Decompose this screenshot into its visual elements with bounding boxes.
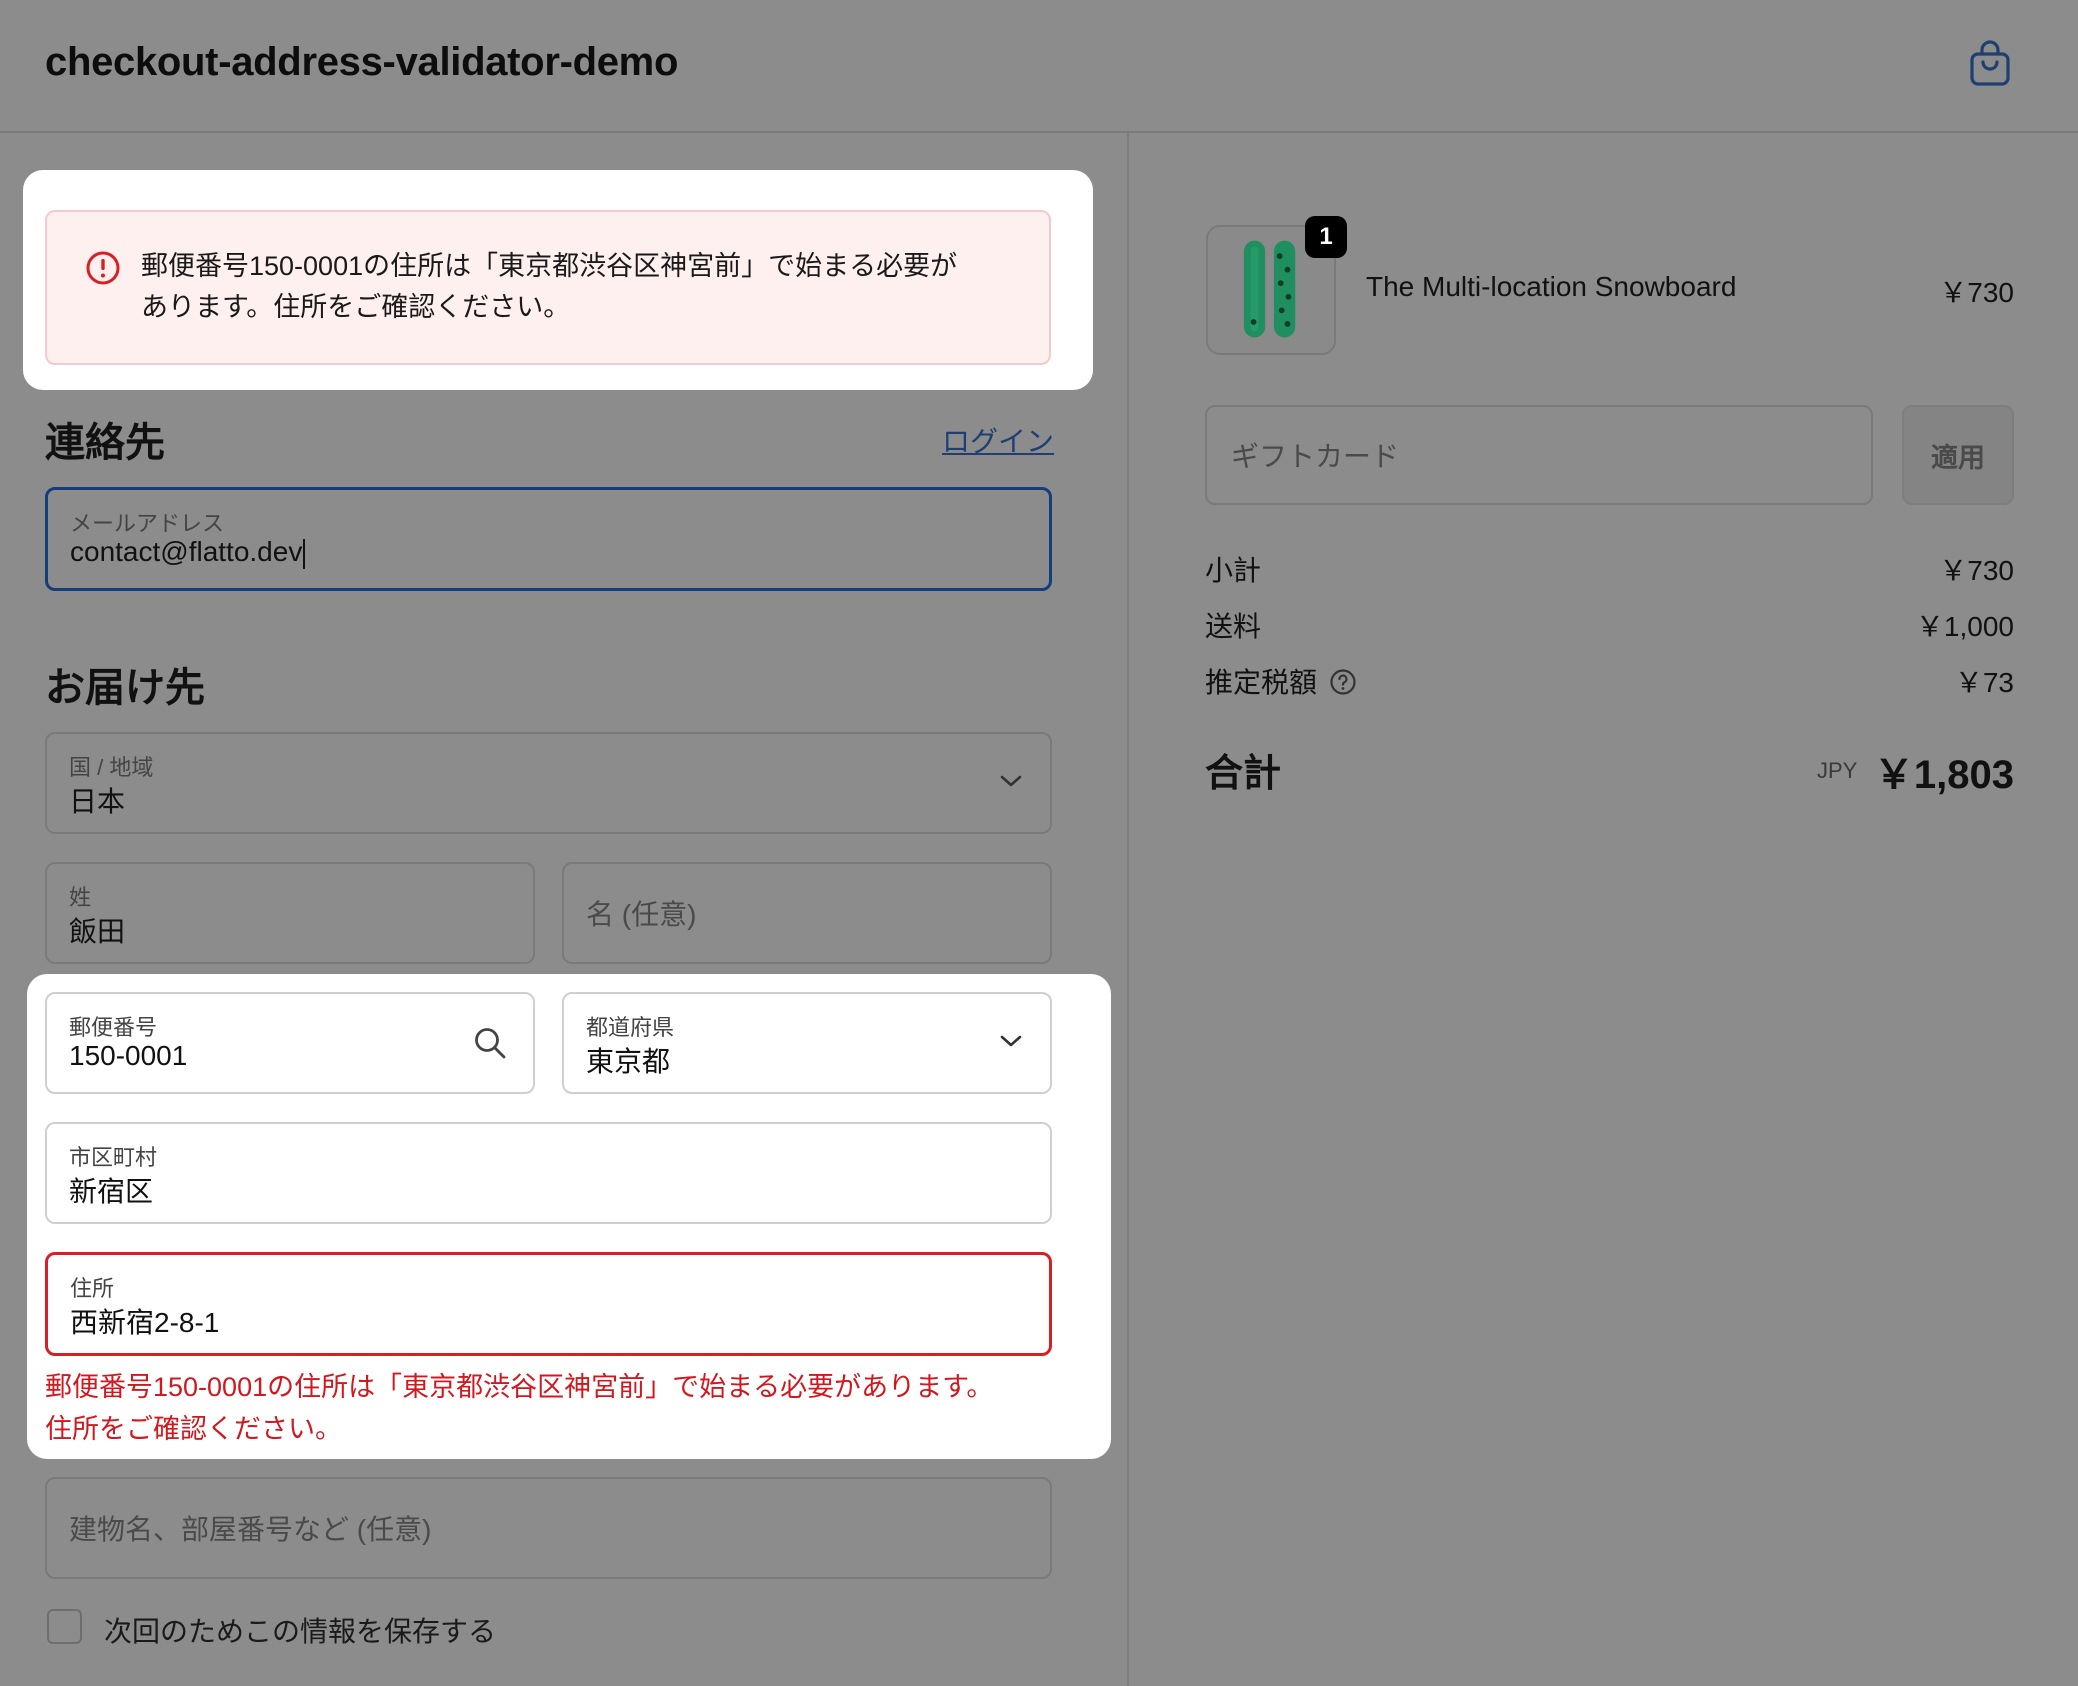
error-banner: 郵便番号150-0001の住所は「東京都渋谷区神宮前」で始まる必要が あります。… <box>45 210 1051 365</box>
building-field[interactable]: 建物名、部屋番号など (任意) <box>45 1477 1052 1579</box>
city-label: 市区町村 <box>69 1145 158 1170</box>
save-info-checkbox[interactable] <box>47 1609 82 1644</box>
contact-section-title: 連絡先 <box>45 421 165 465</box>
delivery-section-title: お届け先 <box>45 666 205 710</box>
building-placeholder: 建物名、部屋番号など (任意) <box>69 1514 432 1545</box>
email-field-value: contact@flatto.dev <box>70 536 306 569</box>
apply-button[interactable]: 適用 <box>1902 405 2014 505</box>
save-info-label[interactable]: 次回のためこの情報を保存する <box>104 1610 496 1650</box>
shipping-row: 送料 ￥1,000 <box>1205 605 2014 645</box>
tax-label: 推定税額 <box>1205 667 1318 698</box>
first-name-placeholder: 名 (任意) <box>586 899 697 930</box>
address-field[interactable]: 住所 西新宿2-8-1 <box>45 1252 1052 1356</box>
app-title: checkout-address-validator-demo <box>45 40 679 84</box>
country-select-label: 国 / 地域 <box>69 755 154 780</box>
text-cursor <box>303 538 306 569</box>
address-error-line-1: 郵便番号150-0001の住所は「東京都渋谷区神宮前」で始まる必要があります。 <box>45 1372 994 1402</box>
address-label: 住所 <box>70 1276 115 1301</box>
last-name-field[interactable]: 姓 飯田 <box>45 862 535 964</box>
login-link[interactable]: ログイン <box>942 420 1054 460</box>
prefecture-value: 東京都 <box>586 1046 671 1077</box>
subtotal-row: 小計 ￥730 <box>1205 549 2014 589</box>
prefecture-select[interactable]: 都道府県 東京都 <box>562 992 1052 1094</box>
error-banner-message: 郵便番号150-0001の住所は「東京都渋谷区神宮前」で始まる必要が あります。… <box>141 246 1021 328</box>
city-field[interactable]: 市区町村 新宿区 <box>45 1122 1052 1224</box>
total-label: 合計 <box>1205 753 1282 795</box>
tax-value: ￥73 <box>1954 667 2014 698</box>
help-circle-icon[interactable] <box>1329 668 1357 696</box>
country-select-value: 日本 <box>69 786 126 817</box>
tax-row: 推定税額 ￥73 <box>1205 661 2014 701</box>
last-name-value: 飯田 <box>69 916 126 947</box>
quantity-badge: 1 <box>1305 216 1347 258</box>
address-error-line-2: 住所をご確認ください。 <box>45 1414 342 1444</box>
total-currency: JPY <box>1817 758 1858 783</box>
chevron-down-icon <box>1000 1035 1022 1047</box>
postal-code-field[interactable]: 郵便番号 150-0001 <box>45 992 535 1094</box>
column-divider <box>1127 133 1129 1686</box>
tax-label-wrap: 推定税額 <box>1205 661 1357 701</box>
alert-circle-icon <box>86 251 120 285</box>
email-field-label: メールアドレス <box>70 511 225 536</box>
gift-card-input[interactable]: ギフトカード <box>1205 405 1873 505</box>
error-banner-line-1: 郵便番号150-0001の住所は「東京都渋谷区神宮前」で始まる必要が <box>141 251 958 281</box>
first-name-field[interactable]: 名 (任意) <box>562 862 1052 964</box>
email-field[interactable]: メールアドレス contact@flatto.dev <box>45 487 1052 591</box>
gift-card-placeholder: ギフトカード <box>1231 441 1400 472</box>
postal-code-value: 150-0001 <box>69 1040 188 1071</box>
city-value: 新宿区 <box>69 1176 154 1207</box>
search-icon[interactable] <box>473 1026 507 1060</box>
subtotal-value: ￥730 <box>1939 555 2014 586</box>
error-banner-line-2: あります。住所をご確認ください。 <box>141 292 571 322</box>
product-price: ￥730 <box>1939 277 2014 308</box>
prefecture-label: 都道府県 <box>586 1015 675 1040</box>
postal-code-label: 郵便番号 <box>69 1015 158 1040</box>
top-header: checkout-address-validator-demo <box>0 0 2078 133</box>
product-name: The Multi-location Snowboard <box>1366 271 1737 302</box>
address-error-message: 郵便番号150-0001の住所は「東京都渋谷区神宮前」で始まる必要があります。 … <box>45 1366 1065 1450</box>
address-value: 西新宿2-8-1 <box>70 1307 220 1338</box>
chevron-down-icon <box>1000 775 1022 787</box>
shipping-label: 送料 <box>1205 611 1262 642</box>
shopping-bag-icon[interactable] <box>1968 40 2012 88</box>
country-select[interactable]: 国 / 地域 日本 <box>45 732 1052 834</box>
total-value: ￥1,803 <box>1873 753 2014 797</box>
shipping-value: ￥1,000 <box>1915 611 2014 642</box>
last-name-label: 姓 <box>69 885 92 910</box>
subtotal-label: 小計 <box>1205 555 1262 586</box>
